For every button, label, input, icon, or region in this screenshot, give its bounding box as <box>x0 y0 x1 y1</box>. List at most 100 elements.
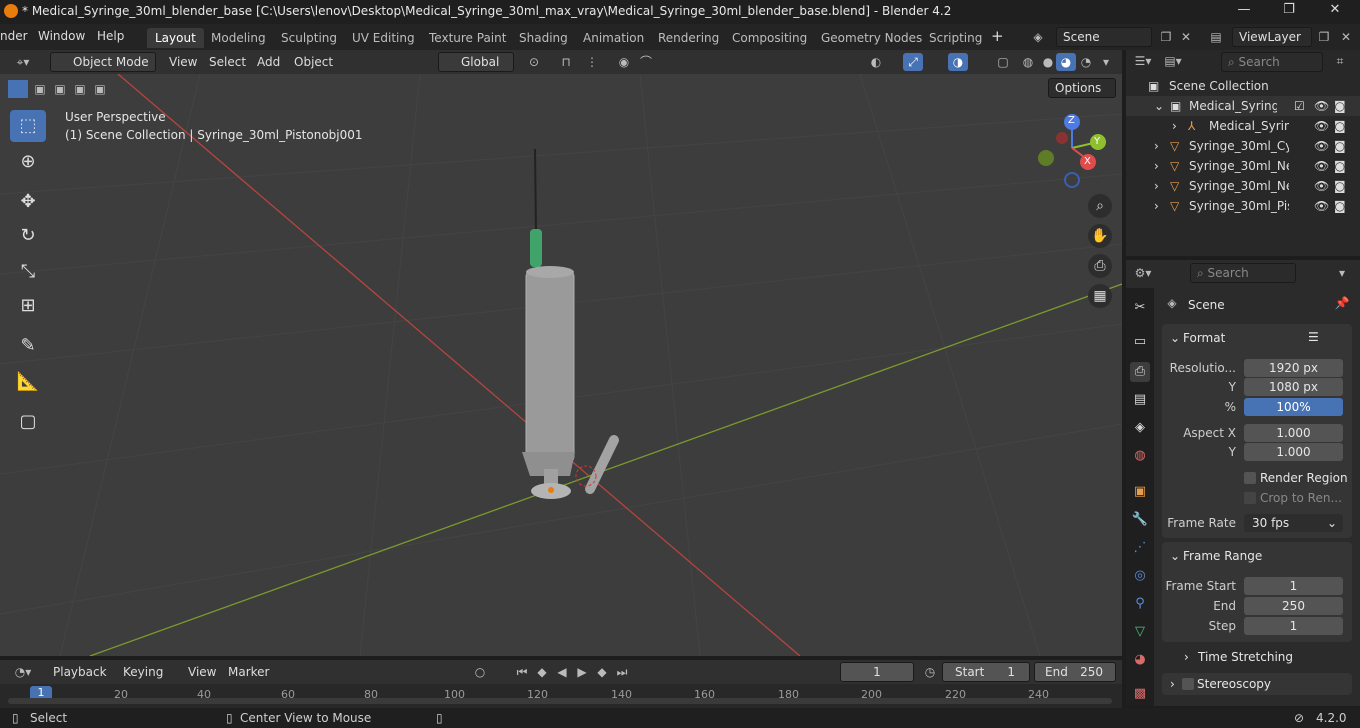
eye-icon[interactable]: 👁 <box>1314 119 1329 133</box>
end-frame-field[interactable]: End 250 <box>1034 662 1116 682</box>
menu-select[interactable]: Select <box>209 55 246 69</box>
next-keyframe-icon[interactable]: ◆ <box>592 663 612 681</box>
scene-name-field[interactable]: Scene <box>1056 27 1152 47</box>
properties-editor-icon[interactable]: ⚙▾ <box>1130 264 1156 282</box>
frame-range-collapse-icon[interactable]: ⌄ <box>1170 549 1180 563</box>
menu-add[interactable]: Add <box>257 55 280 69</box>
expand-icon[interactable]: › <box>1154 159 1159 173</box>
texture-tab-icon[interactable]: ▩ <box>1130 684 1150 704</box>
select-new-icon[interactable] <box>8 80 28 98</box>
modifier-tab-icon[interactable]: 🔧 <box>1130 510 1150 530</box>
camera-icon[interactable]: ◙ <box>1334 139 1346 153</box>
solid-shading-icon[interactable]: ● <box>1038 53 1058 71</box>
aspect-x-field[interactable]: 1.000 <box>1244 424 1343 442</box>
frame-rate-dropdown[interactable]: 30 fps ⌄ <box>1244 514 1343 532</box>
frame-range-header[interactable]: Frame Range <box>1183 549 1262 563</box>
minimize-button[interactable]: — <box>1224 2 1264 22</box>
constraints-tab-icon[interactable]: ⚲ <box>1130 594 1150 614</box>
outliner-row[interactable]: › ⅄ Medical_Syring 👁 ◙ <box>1126 116 1360 136</box>
eye-icon[interactable]: 👁 <box>1314 159 1329 173</box>
display-mode-icon[interactable]: ▤▾ <box>1160 52 1186 70</box>
menu-window[interactable]: Window <box>38 29 85 43</box>
stereoscopy-checkbox[interactable] <box>1182 678 1194 690</box>
physics-tab-icon[interactable]: ◎ <box>1130 566 1150 586</box>
tab-scripting[interactable]: Scripting <box>921 28 990 48</box>
presets-icon[interactable]: ☰ <box>1308 330 1319 344</box>
prev-keyframe-icon[interactable]: ◆ <box>532 663 552 681</box>
editor-type-icon[interactable]: ⌖▾ <box>8 53 38 71</box>
snap-icon[interactable]: ⊓ <box>556 53 576 71</box>
xray-icon[interactable]: ▢ <box>993 53 1013 71</box>
tab-texture-paint[interactable]: Texture Paint <box>421 28 514 48</box>
visibility-icon[interactable]: ◐ <box>866 53 886 71</box>
eye-icon[interactable]: 👁 <box>1314 99 1329 113</box>
perspective-toggle-icon[interactable]: ▦ <box>1088 284 1112 308</box>
pivot-icon[interactable]: ⊙ <box>524 53 544 71</box>
wireframe-shading-icon[interactable]: ◍ <box>1018 53 1038 71</box>
format-panel-header[interactable]: Format <box>1183 331 1225 345</box>
data-tab-icon[interactable]: ▽ <box>1130 622 1150 642</box>
tab-uv-editing[interactable]: UV Editing <box>344 28 423 48</box>
pin-icon[interactable]: 📌 <box>1332 294 1352 312</box>
outliner-row[interactable]: › ▽ Syringe_30ml_Need 👁 ◙ <box>1126 176 1360 196</box>
measure-tool-icon[interactable]: 📐 <box>10 366 46 398</box>
select-invert-icon[interactable]: ▣ <box>70 80 90 98</box>
close-window-button[interactable]: ✕ <box>1315 2 1355 22</box>
eye-icon[interactable]: 👁 <box>1314 139 1329 153</box>
tab-animation[interactable]: Animation <box>575 28 652 48</box>
camera-view-icon[interactable]: ⎙ <box>1088 254 1112 278</box>
select-subtract-icon[interactable]: ▣ <box>50 80 70 98</box>
resolution-y-field[interactable]: 1080 px <box>1244 378 1343 396</box>
proportional-edit-icon[interactable]: ◉ <box>614 53 634 71</box>
add-workspace-button[interactable]: + <box>991 27 1004 45</box>
outliner-search-input[interactable]: ⌕ Search <box>1221 52 1323 72</box>
tab-sculpting[interactable]: Sculpting <box>273 28 345 48</box>
tab-compositing[interactable]: Compositing <box>724 28 815 48</box>
clock-icon[interactable]: ◷ <box>920 663 940 681</box>
shading-options-icon[interactable]: ▾ <box>1096 53 1116 71</box>
eye-icon[interactable]: 👁 <box>1314 179 1329 193</box>
expand-icon[interactable]: › <box>1172 119 1177 133</box>
camera-icon[interactable]: ◙ <box>1334 179 1346 193</box>
menu-view[interactable]: View <box>169 55 197 69</box>
zoom-icon[interactable]: ⌕ <box>1088 194 1112 218</box>
play-icon[interactable]: ▶ <box>572 663 592 681</box>
render-region-checkbox[interactable] <box>1244 472 1256 484</box>
view-layer-field[interactable]: ViewLayer <box>1232 27 1312 47</box>
start-frame-field[interactable]: Start 1 <box>942 662 1030 682</box>
resolution-percent-field[interactable]: 100% <box>1244 398 1343 416</box>
menu-help[interactable]: Help <box>97 29 124 43</box>
autokey-icon[interactable]: ○ <box>470 663 490 681</box>
transform-tool-icon[interactable]: ⊞ <box>10 290 46 322</box>
filter-icon[interactable]: ⌗ <box>1330 52 1350 70</box>
frame-step-field[interactable]: 1 <box>1244 617 1343 635</box>
camera-icon[interactable]: ◙ <box>1334 159 1346 173</box>
rendered-shading-icon[interactable]: ◔ <box>1076 53 1096 71</box>
expand-icon[interactable]: › <box>1154 179 1159 193</box>
falloff-icon[interactable]: ⌒ <box>636 53 656 71</box>
outliner-row[interactable]: › ▽ Syringe_30ml_Cylin 👁 ◙ <box>1126 136 1360 156</box>
delete-view-layer-icon[interactable]: ✕ <box>1336 28 1356 46</box>
move-tool-icon[interactable]: ✥ <box>10 186 46 218</box>
tab-rendering[interactable]: Rendering <box>650 28 727 48</box>
options-dropdown[interactable]: Options <box>1048 78 1116 98</box>
camera-icon[interactable]: ◙ <box>1334 119 1346 133</box>
output-tab-icon[interactable]: ⎙ <box>1130 362 1150 382</box>
gizmo-toggle-icon[interactable]: ⤢ <box>903 53 923 71</box>
camera-icon[interactable]: ◙ <box>1334 99 1346 113</box>
object-tab-icon[interactable]: ▣ <box>1130 482 1150 502</box>
world-tab-icon[interactable]: ◍ <box>1130 446 1150 466</box>
camera-icon[interactable]: ◙ <box>1334 199 1346 213</box>
outliner-row[interactable]: › ▽ Syringe_30ml_Need 👁 ◙ <box>1126 156 1360 176</box>
orientation-dropdown[interactable]: Global <box>438 52 514 72</box>
particles-tab-icon[interactable]: ⋰ <box>1130 538 1150 558</box>
time-stretching-header[interactable]: Time Stretching <box>1198 650 1293 664</box>
material-tab-icon[interactable]: ◕ <box>1130 650 1150 670</box>
overlay-toggle-icon[interactable]: ◑ <box>948 53 968 71</box>
stereoscopy-expand-icon[interactable]: › <box>1170 677 1175 691</box>
select-box-tool-icon[interactable]: ⬚ <box>10 110 46 142</box>
outliner-row[interactable]: › ▽ Syringe_30ml_Pisto 👁 ◙ <box>1126 196 1360 216</box>
scene-icon[interactable]: ◈ <box>1028 28 1048 46</box>
menu-object[interactable]: Object <box>294 55 333 69</box>
new-view-layer-icon[interactable]: ❐ <box>1314 28 1334 46</box>
